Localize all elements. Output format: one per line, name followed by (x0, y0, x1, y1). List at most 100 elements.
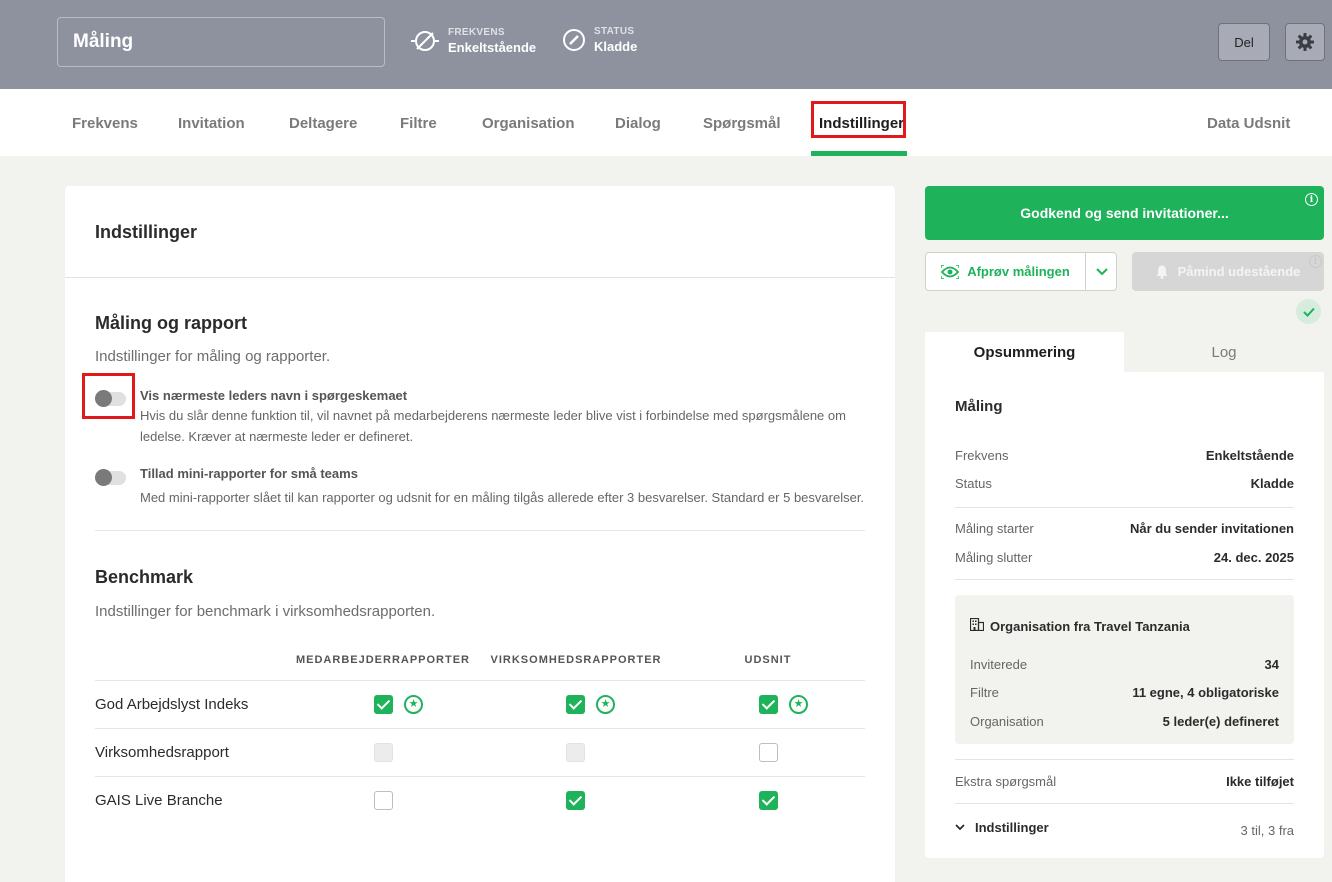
settings-button[interactable] (1285, 23, 1325, 61)
summary-value: Ikke tilføjet (1226, 774, 1294, 789)
benchmark-checkbox[interactable] (374, 791, 393, 810)
top-header: Måling FREKVENS Enkeltstående STATUS Kla… (0, 0, 1332, 89)
divider (955, 579, 1294, 580)
frequency-label: FREKVENS (448, 27, 505, 38)
star-icon[interactable]: ★ (404, 695, 423, 714)
gear-icon (1296, 33, 1314, 51)
benchmark-row-label: GAIS Live Branche (95, 792, 223, 809)
mini-reports-option-title: Tillad mini-rapporter for små teams (140, 466, 358, 481)
status-indicator[interactable]: STATUS Kladde (562, 26, 637, 54)
check-circle-icon (1296, 299, 1321, 324)
status-value: Kladde (594, 39, 638, 54)
mini-reports-option-desc: Med mini-rapporter slået til kan rapport… (140, 490, 865, 505)
summary-value: Enkeltstående (1205, 448, 1294, 463)
settings-title: Indstillinger (95, 222, 198, 242)
summary-key: Frekvens (955, 448, 1009, 463)
divider (955, 803, 1294, 804)
mini-reports-toggle[interactable] (95, 469, 126, 486)
benchmark-checkbox[interactable] (759, 695, 778, 714)
divider (95, 776, 865, 777)
org-value: 5 leder(e) defineret (1162, 714, 1279, 729)
benchmark-row-label: God Arbejdslyst Indeks (95, 696, 249, 713)
measure-section-title: Måling og rapport (95, 313, 247, 333)
divider (95, 530, 865, 531)
divider (95, 680, 865, 681)
star-icon[interactable]: ★ (789, 695, 808, 714)
benchmark-checkbox[interactable] (374, 695, 393, 714)
star-icon[interactable]: ★ (596, 695, 615, 714)
tab-data-udsnit[interactable]: Data Udsnit (1207, 115, 1290, 132)
settings-expander-value: 3 til, 3 fra (1240, 823, 1294, 838)
leader-name-option-title: Vis nærmeste leders navn i spørgeskemaet (140, 388, 408, 403)
building-icon (970, 618, 984, 631)
leader-name-option-desc: Hvis du slår denne funktion til, vil nav… (140, 408, 846, 444)
try-survey-button-group: Afprøv målingen (925, 252, 1117, 291)
benchmark-checkbox[interactable] (759, 743, 778, 762)
settings-card: Indstillinger Måling og rapport Indstill… (65, 186, 895, 882)
column-header-company-reports: VIRKSOMHEDSRAPPORTER (490, 654, 662, 666)
compass-icon (563, 29, 585, 51)
measure-section-desc: Indstillinger for måling og rapporter. (95, 348, 331, 365)
column-header-excerpts: UDSNIT (744, 654, 792, 666)
benchmark-checkbox[interactable] (759, 791, 778, 810)
survey-title-input[interactable]: Måling (57, 17, 385, 67)
summary-key: Måling slutter (955, 550, 1033, 565)
org-value: 11 egne, 4 obligatoriske (1132, 685, 1279, 700)
divider (65, 277, 895, 278)
summary-title: Måling (955, 398, 1003, 415)
active-tab-underline (811, 151, 907, 156)
frequency-icon (411, 31, 439, 51)
try-survey-label: Afprøv målingen (967, 264, 1070, 279)
try-survey-button[interactable]: Afprøv målingen (926, 253, 1086, 290)
org-key: Filtre (970, 685, 999, 700)
remind-pending-label: Påmind udestående (1177, 264, 1301, 279)
settings-expander-label: Indstillinger (975, 820, 1049, 835)
share-button[interactable]: Del (1218, 23, 1270, 61)
tab-dialog[interactable]: Dialog (615, 115, 661, 132)
benchmark-checkbox (374, 743, 393, 762)
benchmark-checkbox[interactable] (566, 791, 585, 810)
tab-organisation[interactable]: Organisation (482, 115, 575, 132)
tab-bar: Frekvens Invitation Deltagere Filtre Org… (0, 89, 1332, 156)
frequency-indicator[interactable]: FREKVENS Enkeltstående (410, 26, 536, 56)
organisation-box: Organisation fra Travel Tanzania Inviter… (955, 595, 1294, 744)
remind-pending-button[interactable]: Påmind udestående (1132, 252, 1324, 291)
active-tab-highlight (811, 101, 906, 138)
eye-icon (941, 264, 960, 279)
org-key: Inviterede (970, 657, 1028, 672)
tab-summary[interactable]: Opsummering (925, 332, 1124, 372)
tab-spoergsmaal[interactable]: Spørgsmål (703, 115, 781, 132)
chevron-down-icon (955, 824, 965, 831)
summary-key: Ekstra spørgsmål (955, 774, 1057, 789)
tab-deltagere[interactable]: Deltagere (289, 115, 357, 132)
frequency-value: Enkeltstående (448, 40, 537, 55)
approve-send-button[interactable]: Godkend og send invitationer... (925, 186, 1324, 240)
tab-frekvens[interactable]: Frekvens (72, 115, 138, 132)
column-header-employee-reports: MEDARBEJDERRAPPORTER (295, 654, 471, 666)
org-value: 34 (1264, 657, 1279, 672)
summary-value: 24. dec. 2025 (1213, 550, 1294, 565)
settings-expander[interactable]: Indstillinger (955, 820, 1049, 835)
info-icon[interactable]: i (1305, 193, 1318, 206)
divider (955, 507, 1294, 508)
approve-send-label: Godkend og send invitationer... (1020, 205, 1229, 221)
try-survey-dropdown[interactable] (1086, 253, 1117, 290)
divider (955, 759, 1294, 760)
status-label: STATUS (594, 26, 635, 37)
info-icon[interactable]: i (1309, 255, 1322, 268)
summary-key: Status (955, 476, 992, 491)
benchmark-section-desc: Indstillinger for benchmark i virksomhed… (95, 603, 436, 620)
summary-value: Når du sender invitationen (1130, 521, 1294, 536)
summary-panel: Opsummering Log Måling Frekvens Enkeltst… (925, 332, 1324, 858)
tab-log[interactable]: Log (1124, 332, 1324, 372)
org-key: Organisation (970, 714, 1044, 729)
tab-invitation[interactable]: Invitation (178, 115, 245, 132)
bell-icon (1156, 265, 1168, 279)
benchmark-section-title: Benchmark (95, 567, 194, 587)
organisation-title: Organisation fra Travel Tanzania (990, 619, 1190, 634)
divider (95, 728, 865, 729)
benchmark-row-label: Virksomhedsrapport (95, 744, 229, 761)
benchmark-checkbox[interactable] (566, 695, 585, 714)
tab-filtre[interactable]: Filtre (400, 115, 437, 132)
chevron-down-icon (1095, 267, 1108, 275)
